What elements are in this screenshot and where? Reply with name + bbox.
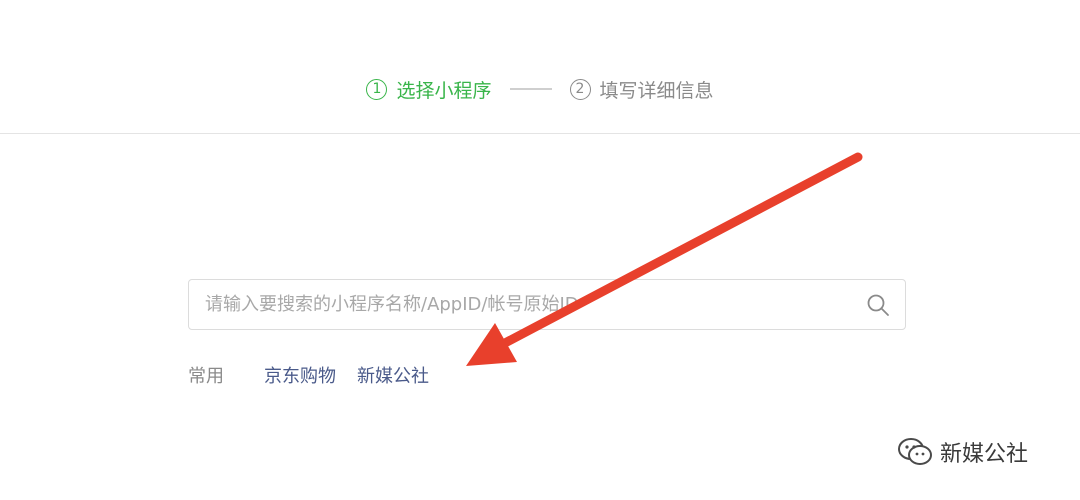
- header-divider: [0, 133, 1080, 134]
- common-item-xinmei[interactable]: 新媒公社: [357, 362, 429, 388]
- page: 1 选择小程序 2 填写详细信息 常用 京东购物 新媒公社: [0, 0, 1080, 500]
- search-box: [188, 279, 906, 330]
- step-1-number: 1: [366, 78, 388, 100]
- watermark-text: 新媒公社: [940, 442, 1029, 467]
- search-icon[interactable]: [865, 292, 891, 318]
- watermark: 新媒公社: [896, 436, 1028, 468]
- common-label: 常用: [188, 366, 224, 387]
- step-connector: [509, 88, 552, 90]
- wechat-icon: [898, 438, 932, 465]
- step-2-number: 2: [569, 78, 591, 100]
- step-1-label: 选择小程序: [396, 79, 492, 102]
- search-input[interactable]: [189, 280, 865, 329]
- step-1: 1 选择小程序: [366, 76, 492, 103]
- common-apps: 常用 京东购物 新媒公社: [188, 362, 450, 388]
- common-item-jd[interactable]: 京东购物: [264, 362, 336, 388]
- step-2: 2 填写详细信息: [569, 76, 714, 103]
- step-indicator: 1 选择小程序 2 填写详细信息: [0, 72, 1080, 106]
- step-2-label: 填写详细信息: [599, 79, 714, 102]
